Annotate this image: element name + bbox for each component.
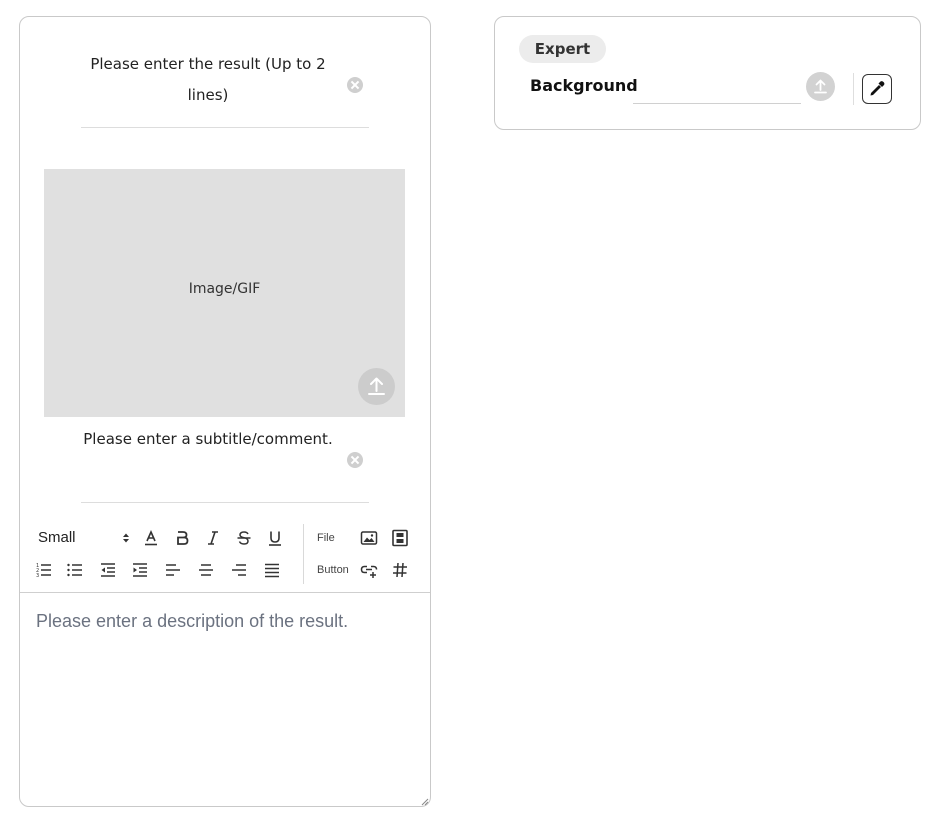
font-size-value: Small: [38, 529, 76, 546]
select-arrows-icon: [123, 533, 129, 543]
outdent-icon[interactable]: [97, 559, 119, 581]
rich-text-toolbar: Small File 123 Button: [20, 522, 430, 592]
result-title-field[interactable]: Please enter the result (Up to 2 lines): [81, 49, 369, 128]
strikethrough-icon[interactable]: [233, 527, 255, 549]
ordered-list-icon[interactable]: 123: [33, 559, 55, 581]
bold-icon[interactable]: [171, 527, 193, 549]
image-gif-dropzone[interactable]: Image/GIF: [44, 169, 405, 417]
font-size-select[interactable]: Small: [38, 529, 130, 549]
align-center-icon[interactable]: [195, 559, 217, 581]
insert-video-icon[interactable]: [389, 527, 411, 549]
file-label[interactable]: File: [317, 532, 335, 544]
insert-image-icon[interactable]: [358, 527, 380, 549]
align-justify-icon[interactable]: [261, 559, 283, 581]
media-label: Image/GIF: [188, 281, 261, 297]
font-color-icon[interactable]: [140, 527, 162, 549]
toolbar-divider: [303, 524, 304, 584]
description-placeholder: Please enter a description of the result…: [36, 611, 349, 631]
result-title-text[interactable]: Please enter the result (Up to 2 lines): [81, 49, 335, 111]
result-editor-card: Please enter the result (Up to 2 lines) …: [19, 16, 431, 807]
description-textarea[interactable]: Please enter a description of the result…: [20, 592, 430, 807]
color-picker-button[interactable]: [862, 74, 892, 104]
background-label: Background: [530, 76, 638, 95]
indent-icon[interactable]: [129, 559, 151, 581]
subtitle-field[interactable]: Please enter a subtitle/comment.: [81, 424, 369, 503]
clear-subtitle-icon[interactable]: [347, 452, 363, 468]
italic-icon[interactable]: [202, 527, 224, 549]
background-upload-icon[interactable]: [806, 72, 835, 101]
eyedropper-icon: [870, 81, 885, 96]
expert-settings-card: Expert Background: [494, 16, 921, 130]
align-right-icon[interactable]: [228, 559, 250, 581]
align-left-icon[interactable]: [162, 559, 184, 581]
svg-text:3: 3: [36, 573, 39, 579]
expert-badge: Expert: [519, 35, 606, 63]
background-input[interactable]: [633, 75, 801, 104]
hashtag-icon[interactable]: [389, 559, 411, 581]
bullet-list-icon[interactable]: [64, 559, 86, 581]
button-label[interactable]: Button: [317, 564, 349, 576]
clear-title-icon[interactable]: [347, 77, 363, 93]
subtitle-text[interactable]: Please enter a subtitle/comment.: [81, 424, 335, 455]
expert-divider: [853, 73, 854, 105]
insert-link-button-icon[interactable]: [358, 559, 380, 581]
media-upload-icon[interactable]: [358, 368, 395, 405]
underline-icon[interactable]: [264, 527, 286, 549]
resize-handle-icon[interactable]: [419, 796, 429, 806]
